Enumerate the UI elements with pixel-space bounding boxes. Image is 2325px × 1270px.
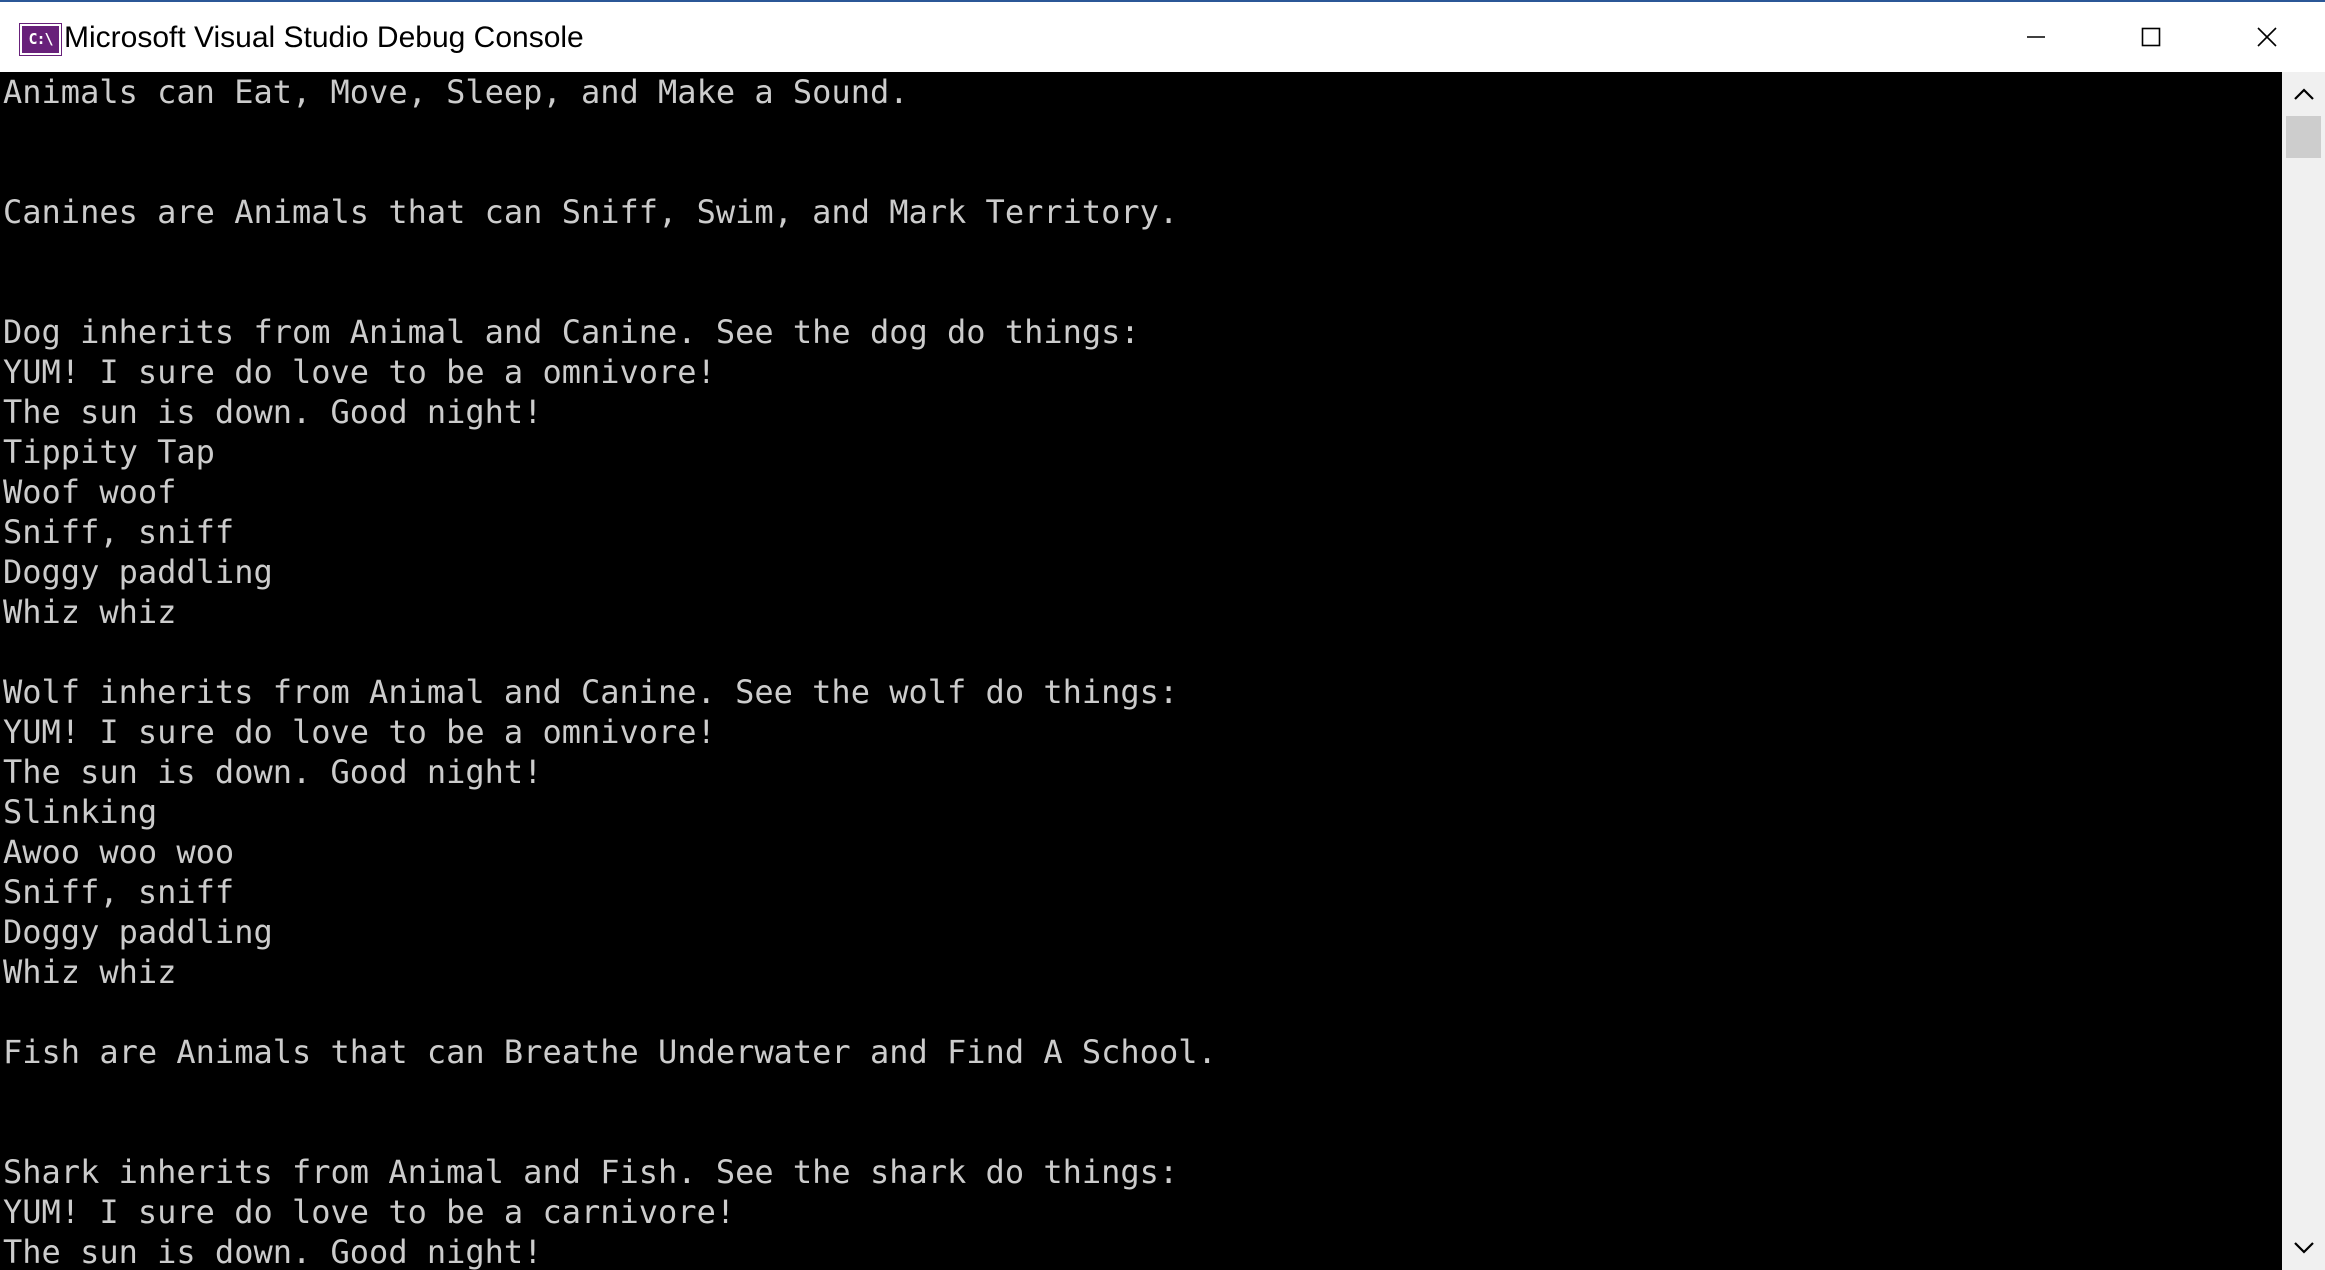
console-line: Whiz whiz (3, 953, 177, 991)
close-icon (2256, 27, 2277, 47)
title-bar[interactable]: C:\ Microsoft Visual Studio Debug Consol… (0, 2, 2325, 72)
console-line: Awoo woo woo (3, 833, 235, 871)
scroll-thumb[interactable] (2286, 116, 2321, 158)
console-line: Woof woof (3, 473, 177, 511)
scroll-up-button[interactable] (2282, 72, 2325, 116)
console-line: Animals can Eat, Move, Sleep, and Make a… (3, 73, 909, 111)
console-line: Tippity Tap (3, 433, 215, 471)
scroll-down-arrow-icon (2293, 1242, 2314, 1254)
console-line: Sniff, sniff (3, 873, 235, 911)
console-line: Doggy paddling (3, 913, 273, 951)
close-button[interactable] (2208, 2, 2325, 72)
console-line: Dog inherits from Animal and Canine. See… (3, 313, 1140, 351)
window-title: Microsoft Visual Studio Debug Console (64, 21, 584, 54)
console-line: YUM! I sure do love to be a omnivore! (3, 353, 716, 391)
minimize-icon (2026, 36, 2045, 38)
console-line: YUM! I sure do love to be a carnivore! (3, 1193, 736, 1231)
console-line: Canines are Animals that can Sniff, Swim… (3, 193, 1179, 231)
console-line: Fish are Animals that can Breathe Underw… (3, 1033, 1217, 1071)
console-output[interactable]: Animals can Eat, Move, Sleep, and Make a… (0, 72, 2282, 1270)
console-line: Wolf inherits from Animal and Canine. Se… (3, 673, 1179, 711)
console-line: Sniff, sniff (3, 513, 235, 551)
console-line: Slinking (3, 793, 158, 831)
minimize-button[interactable] (1978, 2, 2093, 72)
console-line: YUM! I sure do love to be a omnivore! (3, 713, 716, 751)
console-line: Whiz whiz (3, 593, 177, 631)
console-line: Shark inherits from Animal and Fish. See… (3, 1153, 1179, 1191)
console-line: The sun is down. Good night! (3, 1233, 543, 1270)
scroll-up-arrow-icon (2293, 88, 2314, 100)
scroll-down-button[interactable] (2282, 1226, 2325, 1270)
console-line: The sun is down. Good night! (3, 393, 543, 431)
maximize-icon (2141, 27, 2160, 47)
maximize-button[interactable] (2093, 2, 2208, 72)
console-app-icon[interactable]: C:\ (20, 24, 61, 55)
debug-console-window: C:\ Microsoft Visual Studio Debug Consol… (0, 0, 2325, 1270)
console-lines: Animals can Eat, Move, Sleep, and Make a… (3, 72, 1217, 1270)
console-line: Doggy paddling (3, 553, 273, 591)
console-line: The sun is down. Good night! (3, 753, 543, 791)
vertical-scrollbar[interactable] (2282, 72, 2325, 1270)
